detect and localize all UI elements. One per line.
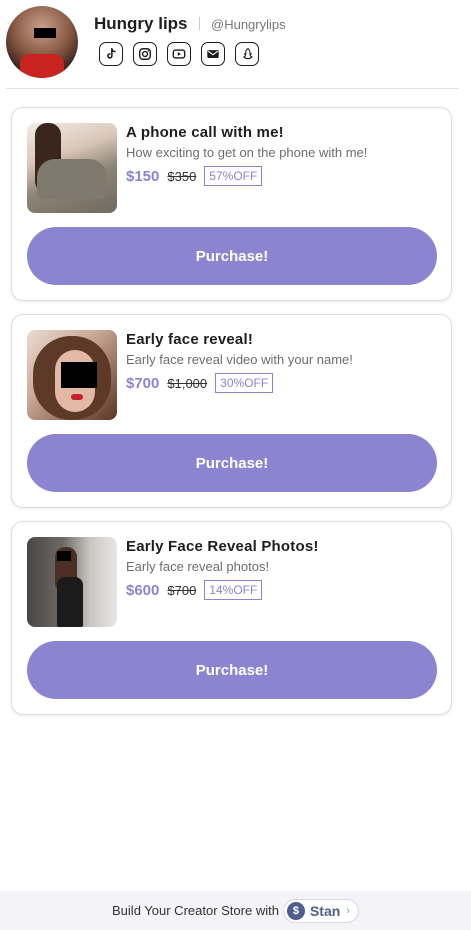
- product-old-price: $700: [167, 582, 197, 598]
- social-links: [99, 42, 259, 66]
- stan-logo-icon: $: [286, 901, 305, 920]
- price-row: $700 $1,000 30%OFF: [126, 373, 274, 393]
- product-thumbnail[interactable]: [27, 330, 117, 420]
- chevron-right-icon: ›: [346, 904, 350, 917]
- instagram-icon[interactable]: [133, 42, 157, 66]
- product-price: $150: [126, 167, 160, 185]
- dress-shape: [57, 577, 83, 627]
- product-old-price: $1,000: [167, 375, 208, 391]
- stan-brand-name: Stan: [309, 902, 341, 919]
- product-description: Early face reveal video with your name!: [126, 352, 353, 367]
- purchase-button[interactable]: Purchase!: [27, 434, 437, 492]
- price-row: $150 $350 57%OFF: [126, 166, 263, 186]
- lips-shape: [71, 394, 83, 400]
- purchase-button[interactable]: Purchase!: [27, 641, 437, 699]
- product-title: A phone call with me!: [126, 124, 284, 141]
- footer-text: Build Your Creator Store with: [112, 903, 279, 918]
- profile-header: Hungry lips @Hungrylips: [0, 0, 471, 88]
- avatar[interactable]: [6, 6, 78, 78]
- product-thumbnail[interactable]: [27, 537, 117, 627]
- stan-link[interactable]: $ Stan ›: [282, 898, 359, 923]
- profile-name: Hungry lips: [94, 14, 188, 33]
- product-old-price: $350: [167, 168, 197, 184]
- purchase-button[interactable]: Purchase!: [27, 227, 437, 285]
- name-handle-separator: [199, 17, 200, 30]
- tiktok-icon[interactable]: [99, 42, 123, 66]
- email-icon[interactable]: [201, 42, 225, 66]
- avatar-censor-bar: [34, 28, 56, 38]
- product-card: Early face reveal! Early face reveal vid…: [11, 314, 452, 508]
- product-price: $600: [126, 581, 160, 599]
- product-description: How exciting to get on the phone with me…: [126, 145, 368, 160]
- snapchat-icon[interactable]: [235, 42, 259, 66]
- product-description: Early face reveal photos!: [126, 559, 270, 574]
- price-row: $600 $700 14%OFF: [126, 580, 263, 600]
- product-price: $700: [126, 374, 160, 392]
- product-thumbnail[interactable]: [27, 123, 117, 213]
- product-card: Early Face Reveal Photos! Early face rev…: [11, 521, 452, 715]
- product-title: Early Face Reveal Photos!: [126, 538, 319, 555]
- discount-badge: 57%OFF: [204, 166, 263, 186]
- discount-badge: 14%OFF: [204, 580, 263, 600]
- product-title: Early face reveal!: [126, 331, 254, 348]
- face-censor-bar: [57, 551, 71, 561]
- face-censor-bar: [61, 362, 97, 388]
- discount-badge: 30%OFF: [215, 373, 274, 393]
- sweater-shape: [37, 159, 107, 199]
- avatar-shirt: [20, 54, 64, 78]
- profile-handle: @Hungrylips: [211, 17, 286, 32]
- youtube-icon[interactable]: [167, 42, 191, 66]
- product-card: A phone call with me! How exciting to ge…: [11, 107, 452, 301]
- header-divider: [6, 88, 459, 89]
- footer: Build Your Creator Store with $ Stan ›: [0, 891, 471, 930]
